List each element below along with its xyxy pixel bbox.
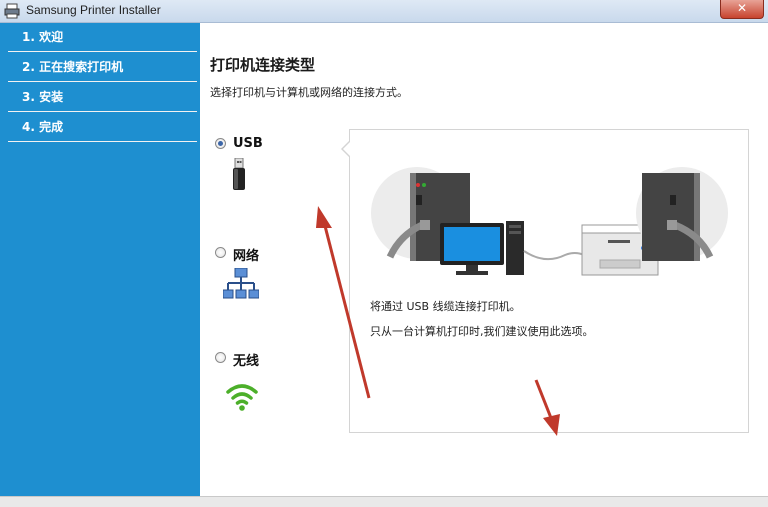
usb-connection-illustration <box>371 167 728 276</box>
step-install: 3. 安装 <box>8 83 197 112</box>
network-radio[interactable] <box>215 247 226 258</box>
step-welcome: 1. 欢迎 <box>8 23 197 52</box>
wifi-icon <box>226 384 258 411</box>
step-finish: 4. 完成 <box>8 113 197 142</box>
wireless-radio[interactable] <box>215 352 226 363</box>
usb-radio[interactable] <box>215 138 226 149</box>
usb-icon <box>233 158 245 190</box>
usb-description: 将通过 USB 线缆连接打印机。 <box>370 300 521 313</box>
printer-icon <box>4 3 20 19</box>
page-subtitle: 选择打印机与计算机或网络的连接方式。 <box>210 86 408 99</box>
network-option-label: 网络 <box>233 249 260 264</box>
title-bar: Samsung Printer Installer ✕ <box>0 0 768 23</box>
wizard-steps-sidebar: 1. 欢迎 2. 正在搜索打印机 3. 安装 4. 完成 <box>0 23 200 496</box>
usb-option-label: USB <box>233 136 263 151</box>
panel-pointer-inner <box>343 141 351 157</box>
step-searching-printer: 2. 正在搜索打印机 <box>8 53 197 82</box>
network-icon <box>223 268 259 299</box>
bottom-bar <box>0 496 768 507</box>
usb-recommendation: 只从一台计算机打印时,我们建议使用此选项。 <box>370 325 594 338</box>
wireless-option-label: 无线 <box>233 354 260 369</box>
window-title: Samsung Printer Installer <box>26 3 161 17</box>
close-button[interactable]: ✕ <box>720 0 764 19</box>
page-title: 打印机连接类型 <box>210 56 316 74</box>
